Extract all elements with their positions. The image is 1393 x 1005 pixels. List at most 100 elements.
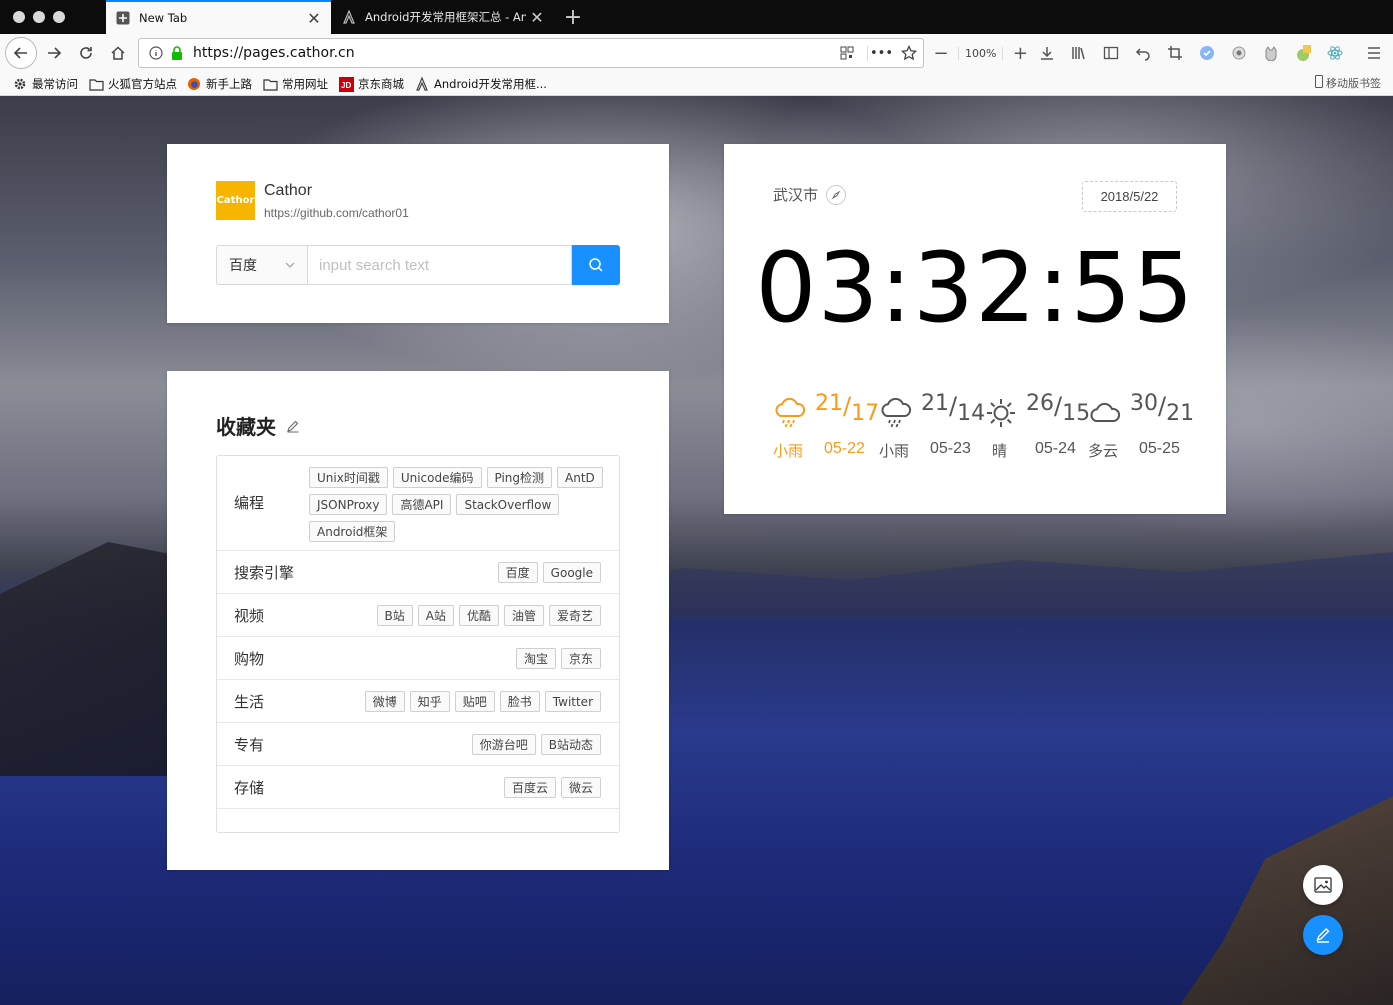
edit-mode-button[interactable] [1303,915,1343,955]
city-location[interactable]: 武汉市 [773,184,847,205]
close-tab-button[interactable]: ✕ [303,9,325,28]
favorite-link[interactable]: 优酷 [458,605,499,626]
favorite-link[interactable]: Ping检测 [486,467,553,488]
favorite-link[interactable]: 百度 [497,562,538,583]
forecast-condition: 晴 [992,442,1008,460]
favorite-link[interactable]: A站 [417,605,454,626]
bookmark-getting-started[interactable]: 新手上路 [186,75,252,93]
favorite-link[interactable]: Unicode编码 [392,467,482,488]
chevron-down-icon [285,258,295,274]
favorite-link[interactable]: 你游台吧 [471,734,536,755]
lock-icon [169,46,185,60]
home-button[interactable] [104,39,132,67]
favorite-link[interactable]: 贴吧 [454,691,495,712]
navigation-bar: https://pages.cathor.cn ••• − 100% + [0,34,1393,72]
pencil-icon[interactable] [286,419,300,433]
favorite-link[interactable]: Unix时间戳 [309,467,388,488]
reload-button[interactable] [72,39,100,67]
favorite-link[interactable]: 京东 [560,648,601,669]
favorite-link[interactable]: 脸书 [499,691,540,712]
background-landscape [560,552,1393,616]
mobile-bookmarks-label: 移动版书签 [1326,77,1381,90]
favorite-link[interactable]: B站 [376,605,413,626]
chat-extension-icon[interactable] [1229,43,1249,63]
maximize-window-button[interactable] [53,11,65,23]
search-engine-select[interactable]: 百度 [216,245,307,285]
forecast-condition: 小雨 [879,442,910,460]
library-icon[interactable] [1069,43,1089,63]
download-icon[interactable] [1037,43,1057,63]
qr-code-icon[interactable] [833,46,861,60]
change-background-button[interactable] [1303,865,1343,905]
tab-new-tab[interactable]: New Tab ✕ [106,0,331,34]
favorite-link[interactable]: 微云 [560,777,601,798]
zoom-in-button[interactable]: + [1009,43,1031,64]
new-tab-button[interactable]: + [556,0,590,34]
plus-square-icon [115,10,131,26]
search-engine-value: 百度 [229,258,257,274]
bookmark-label: 最常访问 [32,77,78,91]
close-tab-button[interactable]: ✕ [526,8,548,27]
forecast-date: 05-24 [1035,440,1076,457]
url-text[interactable]: https://pages.cathor.cn [193,45,833,61]
tab-title: New Tab [139,11,188,25]
back-button[interactable] [5,37,37,69]
bookmark-jd[interactable]: JD 京东商城 [338,75,404,93]
color-extension-icon[interactable] [1293,43,1313,63]
favorite-link[interactable]: Google [542,562,601,583]
favorite-link[interactable]: 高德API [392,494,452,515]
bookmark-label: 新手上路 [206,77,252,91]
favorite-link[interactable]: 爱奇艺 [548,605,601,626]
home-icon [111,46,125,60]
hamburger-menu-icon[interactable] [1364,43,1384,63]
bookmark-label: 常用网址 [282,77,328,91]
bookmark-firefox-official[interactable]: 火狐官方站点 [88,75,177,93]
tab-title: Android开发常用框架汇总 - Angu [365,10,526,24]
favorite-link[interactable]: Twitter [544,691,601,712]
profile-url[interactable]: https://github.com/cathor01 [264,206,409,220]
favorite-link[interactable]: 知乎 [409,691,450,712]
favorites-category: 购物 [234,650,265,668]
favorite-link[interactable]: StackOverflow [456,494,560,515]
minimize-window-button[interactable] [33,11,45,23]
svg-text:JD: JD [341,81,351,90]
arrow-right-icon [48,47,62,59]
favorites-row-exclusive: 专有 你游台吧 B站动态 [217,723,619,766]
zoom-out-button[interactable]: − [930,43,952,64]
forecast-condition: 多云 [1088,442,1119,460]
sidebar-icon[interactable] [1101,43,1121,63]
info-icon[interactable] [145,46,167,60]
favorite-link[interactable]: JSONProxy [309,494,388,515]
zoom-level[interactable]: 100% [958,46,1004,60]
extension-blue-icon[interactable] [1197,43,1217,63]
search-button[interactable] [572,245,620,285]
forward-button[interactable] [40,39,68,67]
favorite-link[interactable]: 淘宝 [515,648,556,669]
tab-android-frameworks[interactable]: Android开发常用框架汇总 - Angu ✕ [332,0,554,34]
undo-icon[interactable] [1133,43,1153,63]
compass-icon[interactable] [826,184,847,205]
bookmark-common-sites[interactable]: 常用网址 [262,75,328,93]
favorite-link[interactable]: 微博 [364,691,405,712]
date-display[interactable]: 2018/5/22 [1082,181,1177,212]
rain-icon [775,397,806,428]
url-bar[interactable]: https://pages.cathor.cn ••• [138,38,924,68]
favorite-link[interactable]: AntD [557,467,603,488]
favorite-link[interactable]: 油管 [503,605,544,626]
favorite-link[interactable]: 百度云 [503,777,556,798]
forecast-temperature: 30/21 [1130,391,1195,426]
forecast-date: 05-22 [824,440,865,457]
mobile-bookmarks[interactable]: 移动版书签 [1315,75,1381,91]
cat-extension-icon[interactable] [1261,43,1281,63]
bookmark-android-frameworks[interactable]: Android开发常用框... [414,75,547,93]
search-input[interactable] [307,245,572,285]
star-icon[interactable] [895,45,923,61]
react-devtools-icon[interactable] [1325,43,1345,63]
close-window-button[interactable] [13,11,25,23]
favorite-link[interactable]: B站动态 [540,734,601,755]
favorite-link[interactable]: Android框架 [309,521,396,542]
crop-icon[interactable] [1165,43,1185,63]
favorites-row-programming: 编程 Unix时间戳 Unicode编码 Ping检测 AntD JSONPro… [217,456,619,551]
bookmark-most-visited[interactable]: 最常访问 [12,75,78,93]
page-actions-icon[interactable]: ••• [867,45,895,61]
